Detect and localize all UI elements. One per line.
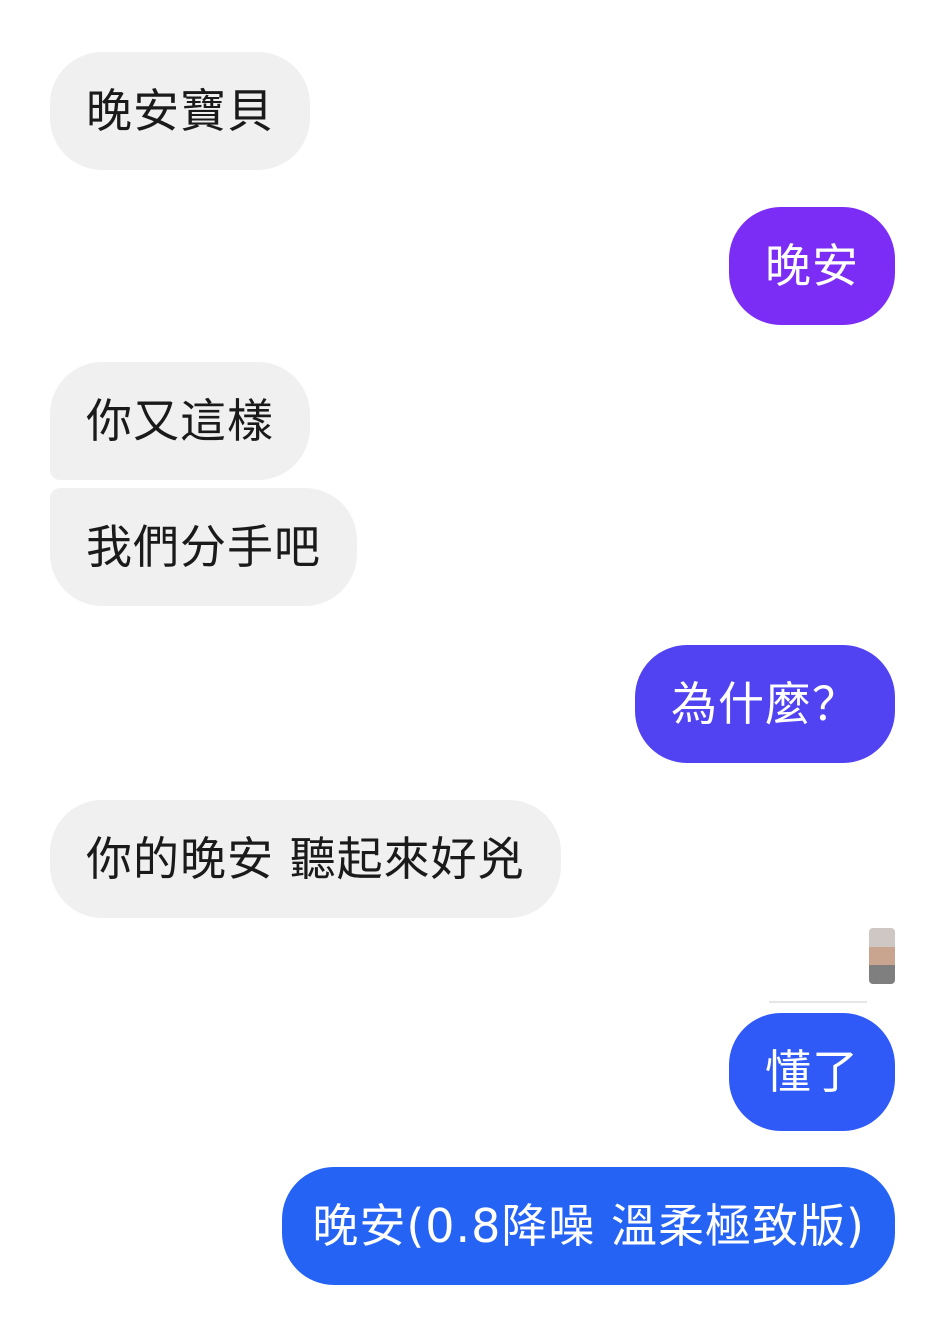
incoming-message-bubble[interactable]: 你的晚安 聽起來好兇 xyxy=(50,800,561,918)
blurred-avatar-icon xyxy=(869,928,895,984)
message-text: 晚安(0.8降噪 溫柔極致版) xyxy=(312,1199,865,1253)
incoming-message-bubble[interactable]: 晚安寶貝 xyxy=(50,52,310,170)
message-text: 晚安寶貝 xyxy=(86,84,274,138)
message-text: 你的晚安 聽起來好兇 xyxy=(86,832,525,886)
message-text: 為什麼？ xyxy=(671,677,859,731)
incoming-message-bubble[interactable]: 你又這樣 xyxy=(50,362,310,480)
chat-thread[interactable]: 晚安寶貝 晚安 你又這樣 我們分手吧 為什麼？ 你的晚安 聽起來好兇 懂了 晚安… xyxy=(0,0,945,1328)
message-text: 晚安 xyxy=(765,239,859,293)
message-text: 你又這樣 xyxy=(86,394,274,448)
divider xyxy=(769,1001,867,1003)
incoming-message-bubble[interactable]: 我們分手吧 xyxy=(50,488,357,606)
message-text: 懂了 xyxy=(765,1045,859,1099)
outgoing-message-bubble[interactable]: 懂了 xyxy=(729,1013,895,1131)
outgoing-message-bubble[interactable]: 晚安(0.8降噪 溫柔極致版) xyxy=(282,1167,895,1285)
message-text: 我們分手吧 xyxy=(86,520,321,574)
outgoing-message-bubble[interactable]: 為什麼？ xyxy=(635,645,895,763)
outgoing-message-bubble[interactable]: 晚安 xyxy=(729,207,895,325)
